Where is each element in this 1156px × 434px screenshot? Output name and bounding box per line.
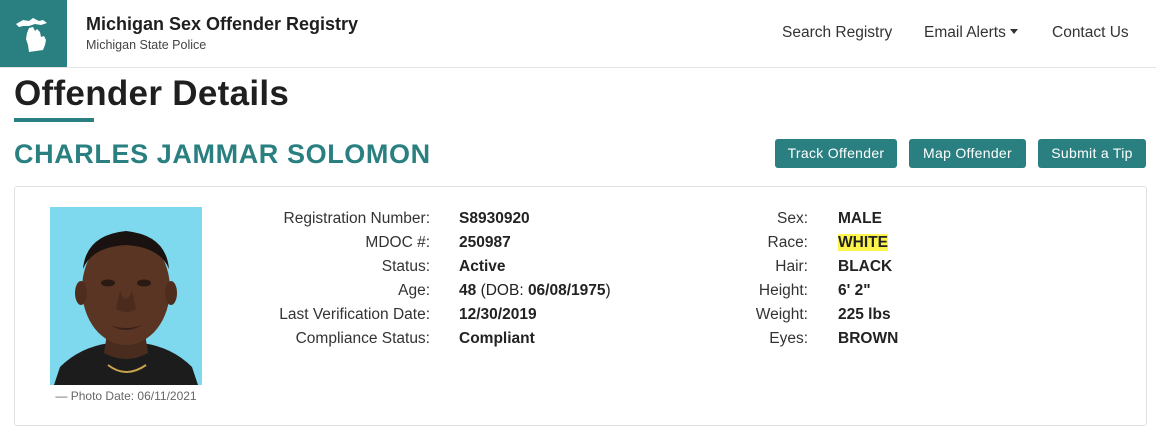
eyes-value: BROWN bbox=[838, 330, 899, 347]
map-offender-button[interactable]: Map Offender bbox=[909, 139, 1026, 168]
registration-number-label: Registration Number: bbox=[283, 210, 430, 227]
nav-search-registry[interactable]: Search Registry bbox=[782, 24, 892, 42]
offender-photo bbox=[50, 207, 202, 385]
nav-contact-us[interactable]: Contact Us bbox=[1052, 24, 1129, 42]
dob-prefix: (DOB: bbox=[480, 282, 528, 299]
person-silhouette-icon bbox=[50, 207, 202, 385]
last-verification-label: Last Verification Date: bbox=[279, 306, 430, 323]
track-offender-button[interactable]: Track Offender bbox=[775, 139, 897, 168]
hair-value: BLACK bbox=[838, 258, 893, 275]
mdoc-label: MDOC #: bbox=[365, 234, 430, 251]
race-value: WHITE bbox=[838, 234, 888, 251]
nav-email-alerts-dropdown[interactable]: Email Alerts bbox=[924, 24, 1018, 42]
race-label: Race: bbox=[767, 234, 809, 251]
photo-date-caption: — Photo Date: 06/11/2021 bbox=[55, 389, 197, 403]
race-value-row: WHITE bbox=[838, 234, 888, 252]
weight-label: Weight: bbox=[755, 306, 808, 323]
eyes-label: Eyes: bbox=[769, 330, 808, 347]
age-value: 48 bbox=[459, 282, 477, 299]
status-value: Active bbox=[459, 258, 506, 275]
height-label: Height: bbox=[758, 282, 808, 299]
compliance-status-value: Compliant bbox=[459, 330, 535, 347]
age-value-row: 48 (DOB: 06/08/1975) bbox=[459, 282, 611, 300]
page-title: Offender Details bbox=[14, 74, 290, 113]
compliance-status-label: Compliance Status: bbox=[295, 330, 430, 347]
status-label: Status: bbox=[381, 258, 430, 275]
registration-number-value: S8930920 bbox=[459, 210, 530, 227]
sex-label: Sex: bbox=[776, 210, 808, 227]
offender-name: CHARLES JAMMAR SOLOMON bbox=[14, 139, 431, 169]
michigan-map-icon bbox=[15, 17, 47, 52]
dob-value: 06/08/1975 bbox=[527, 282, 606, 299]
submit-tip-button[interactable]: Submit a Tip bbox=[1038, 139, 1146, 168]
dob-suffix: ) bbox=[605, 282, 611, 299]
mdoc-value: 250987 bbox=[459, 234, 511, 251]
brand-title[interactable]: Michigan Sex Offender Registry bbox=[86, 14, 358, 35]
navbar: Michigan Sex Offender Registry Michigan … bbox=[0, 0, 1156, 68]
brand-subtitle: Michigan State Police bbox=[86, 38, 207, 52]
caret-down-icon bbox=[1009, 29, 1018, 34]
nav-email-alerts-label: Email Alerts bbox=[924, 24, 1006, 41]
hair-label: Hair: bbox=[775, 258, 808, 275]
height-value: 6' 2" bbox=[838, 282, 871, 299]
title-underline bbox=[14, 118, 94, 122]
age-label: Age: bbox=[398, 282, 430, 299]
last-verification-value: 12/30/2019 bbox=[459, 306, 537, 323]
weight-value: 225 lbs bbox=[838, 306, 891, 323]
logo[interactable] bbox=[0, 0, 67, 67]
sex-value: MALE bbox=[838, 210, 882, 227]
